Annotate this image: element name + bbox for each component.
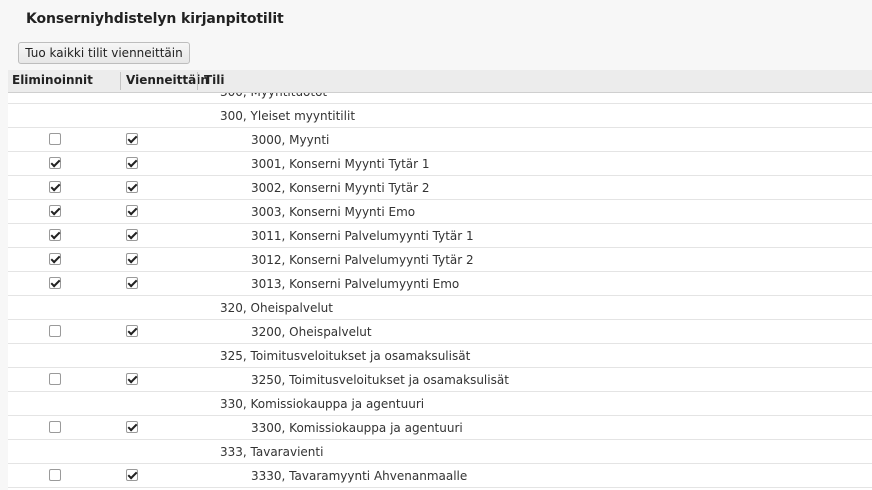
account-label: 3003, Konserni Myynti Emo	[251, 205, 416, 219]
group-row[interactable]: 330, Komissiokauppa ja agentuuri	[8, 392, 872, 416]
group-label: 300, Myyntituotot	[220, 93, 327, 104]
group-label: 325, Toimitusveloitukset ja osamaksulisä…	[220, 349, 471, 363]
group-label: 300, Yleiset myyntitilit	[220, 109, 356, 123]
vienneittain-checkbox[interactable]	[126, 229, 138, 241]
vienneittain-checkbox[interactable]	[126, 421, 138, 433]
account-label: 3011, Konserni Palvelumyynti Tytär 1	[251, 229, 474, 243]
vienneittain-checkbox[interactable]	[126, 325, 138, 337]
vienneittain-checkbox[interactable]	[126, 181, 138, 193]
account-row[interactable]: 3300, Komissiokauppa ja agentuuri	[8, 416, 872, 440]
eliminoinnit-checkbox[interactable]	[49, 325, 61, 337]
account-label: 3330, Tavaramyynti Ahvenanmaalle	[251, 469, 468, 483]
account-label: 3200, Oheispalvelut	[251, 325, 372, 339]
account-label: 3002, Konserni Myynti Tytär 2	[251, 181, 430, 195]
eliminoinnit-checkbox[interactable]	[49, 181, 61, 193]
account-row[interactable]: 3013, Konserni Palvelumyynti Emo	[8, 272, 872, 296]
table-header: Eliminoinnit Vienneittäin Tili	[8, 70, 872, 93]
group-row[interactable]: 325, Toimitusveloitukset ja osamaksulisä…	[8, 344, 872, 368]
vienneittain-checkbox[interactable]	[126, 373, 138, 385]
eliminoinnit-checkbox[interactable]	[49, 421, 61, 433]
accounts-table[interactable]: 300, Myyntituotot 300, Yleiset myyntitili…	[8, 93, 872, 490]
account-row[interactable]: 3000, Myynti	[8, 128, 872, 152]
vienneittain-checkbox[interactable]	[126, 205, 138, 217]
account-label: 3013, Konserni Palvelumyynti Emo	[251, 277, 460, 291]
eliminoinnit-checkbox[interactable]	[49, 373, 61, 385]
account-label: 3000, Myynti	[251, 133, 330, 147]
vienneittain-checkbox[interactable]	[126, 469, 138, 481]
group-label: 333, Tavaravienti	[220, 445, 324, 459]
column-header-tili[interactable]: Tili	[204, 70, 225, 92]
eliminoinnit-checkbox[interactable]	[49, 133, 61, 145]
account-label: 3012, Konserni Palvelumyynti Tytär 2	[251, 253, 474, 267]
account-label: 3001, Konserni Myynti Tytär 1	[251, 157, 430, 171]
vienneittain-checkbox[interactable]	[126, 157, 138, 169]
account-row[interactable]: 3330, Tavaramyynti Ahvenanmaalle	[8, 464, 872, 488]
vienneittain-checkbox[interactable]	[126, 253, 138, 265]
column-divider[interactable]	[120, 72, 121, 90]
vienneittain-checkbox[interactable]	[126, 133, 138, 145]
page-title: Konserniyhdistelyn kirjanpitotilit	[26, 11, 284, 27]
account-row[interactable]: 3200, Oheispalvelut	[8, 320, 872, 344]
column-header-eliminoinnit[interactable]: Eliminoinnit	[12, 70, 93, 92]
group-label: 320, Oheispalvelut	[220, 301, 333, 315]
account-row[interactable]: 3012, Konserni Palvelumyynti Tytär 2	[8, 248, 872, 272]
account-row[interactable]: 3003, Konserni Myynti Emo	[8, 200, 872, 224]
group-row[interactable]: 300, Myyntituotot	[8, 93, 872, 104]
eliminoinnit-checkbox[interactable]	[49, 157, 61, 169]
account-row[interactable]: 3002, Konserni Myynti Tytär 2	[8, 176, 872, 200]
account-row[interactable]: 3001, Konserni Myynti Tytär 1	[8, 152, 872, 176]
eliminoinnit-checkbox[interactable]	[49, 205, 61, 217]
eliminoinnit-checkbox[interactable]	[49, 469, 61, 481]
vienneittain-checkbox[interactable]	[126, 277, 138, 289]
column-divider[interactable]	[197, 72, 198, 90]
import-all-accounts-button[interactable]: Tuo kaikki tilit vienneittäin	[18, 42, 190, 64]
group-row[interactable]: 333, Tavaravienti	[8, 440, 872, 464]
group-label: 330, Komissiokauppa ja agentuuri	[220, 397, 425, 411]
account-label: 3250, Toimitusveloitukset ja osamaksulis…	[251, 373, 509, 387]
group-row[interactable]: 320, Oheispalvelut	[8, 296, 872, 320]
account-row[interactable]: 3250, Toimitusveloitukset ja osamaksulis…	[8, 368, 872, 392]
account-row[interactable]: 3011, Konserni Palvelumyynti Tytär 1	[8, 224, 872, 248]
eliminoinnit-checkbox[interactable]	[49, 253, 61, 265]
accounts-table-body: 300, Myyntituotot 300, Yleiset myyntitili…	[8, 93, 872, 488]
eliminoinnit-checkbox[interactable]	[49, 229, 61, 241]
account-label: 3300, Komissiokauppa ja agentuuri	[251, 421, 463, 435]
eliminoinnit-checkbox[interactable]	[49, 277, 61, 289]
group-row[interactable]: 300, Yleiset myyntitilit	[8, 104, 872, 128]
